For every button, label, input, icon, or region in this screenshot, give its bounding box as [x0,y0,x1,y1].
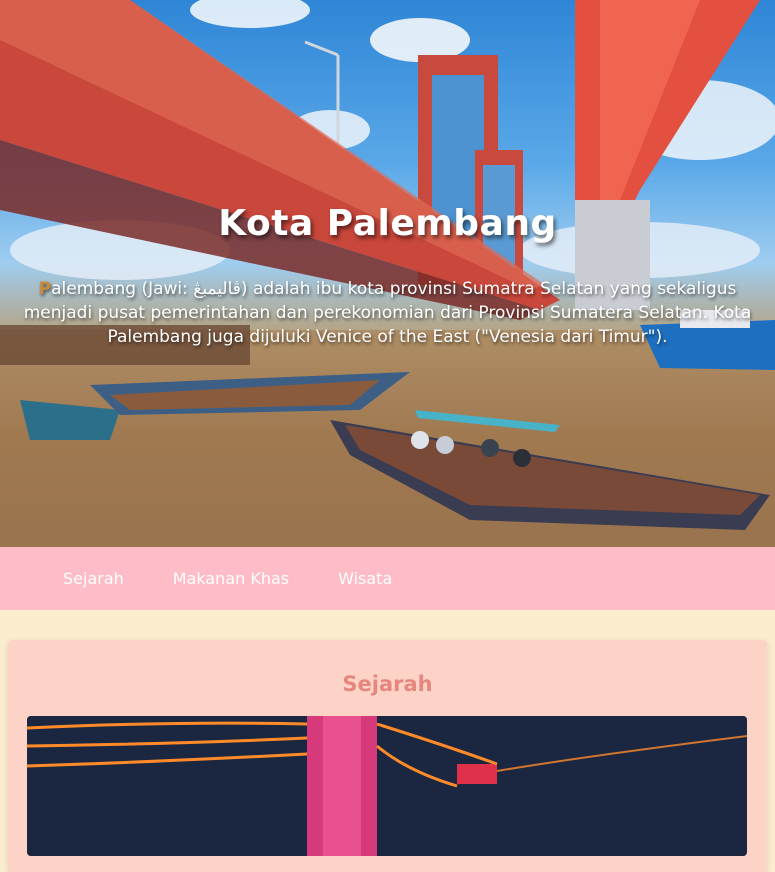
main-content: Sejarah [0,610,775,872]
sejarah-image [27,716,747,856]
sejarah-section-card: Sejarah [8,640,767,872]
nav-link-wisata[interactable]: Wisata [338,569,392,588]
nav-link-makanan-khas[interactable]: Makanan Khas [173,569,289,588]
page-title: Kota Palembang [218,203,557,244]
hero-background-image [0,0,775,547]
bridge-night-photo [27,716,747,856]
drop-cap-letter: P [38,279,52,299]
hero-description: Palembang (Jawi: ڤاليمبڠ) adalah ibu kot… [22,277,753,349]
nav-link-sejarah[interactable]: Sejarah [63,569,124,588]
section-title: Sejarah [342,672,433,696]
main-navigation: Sejarah Makanan Khas Wisata [0,547,775,610]
hero-banner: Kota Palembang Palembang (Jawi: ڤاليمبڠ)… [0,0,775,547]
hero-description-text: alembang (Jawi: ڤاليمبڠ) adalah ibu kota… [23,279,752,347]
